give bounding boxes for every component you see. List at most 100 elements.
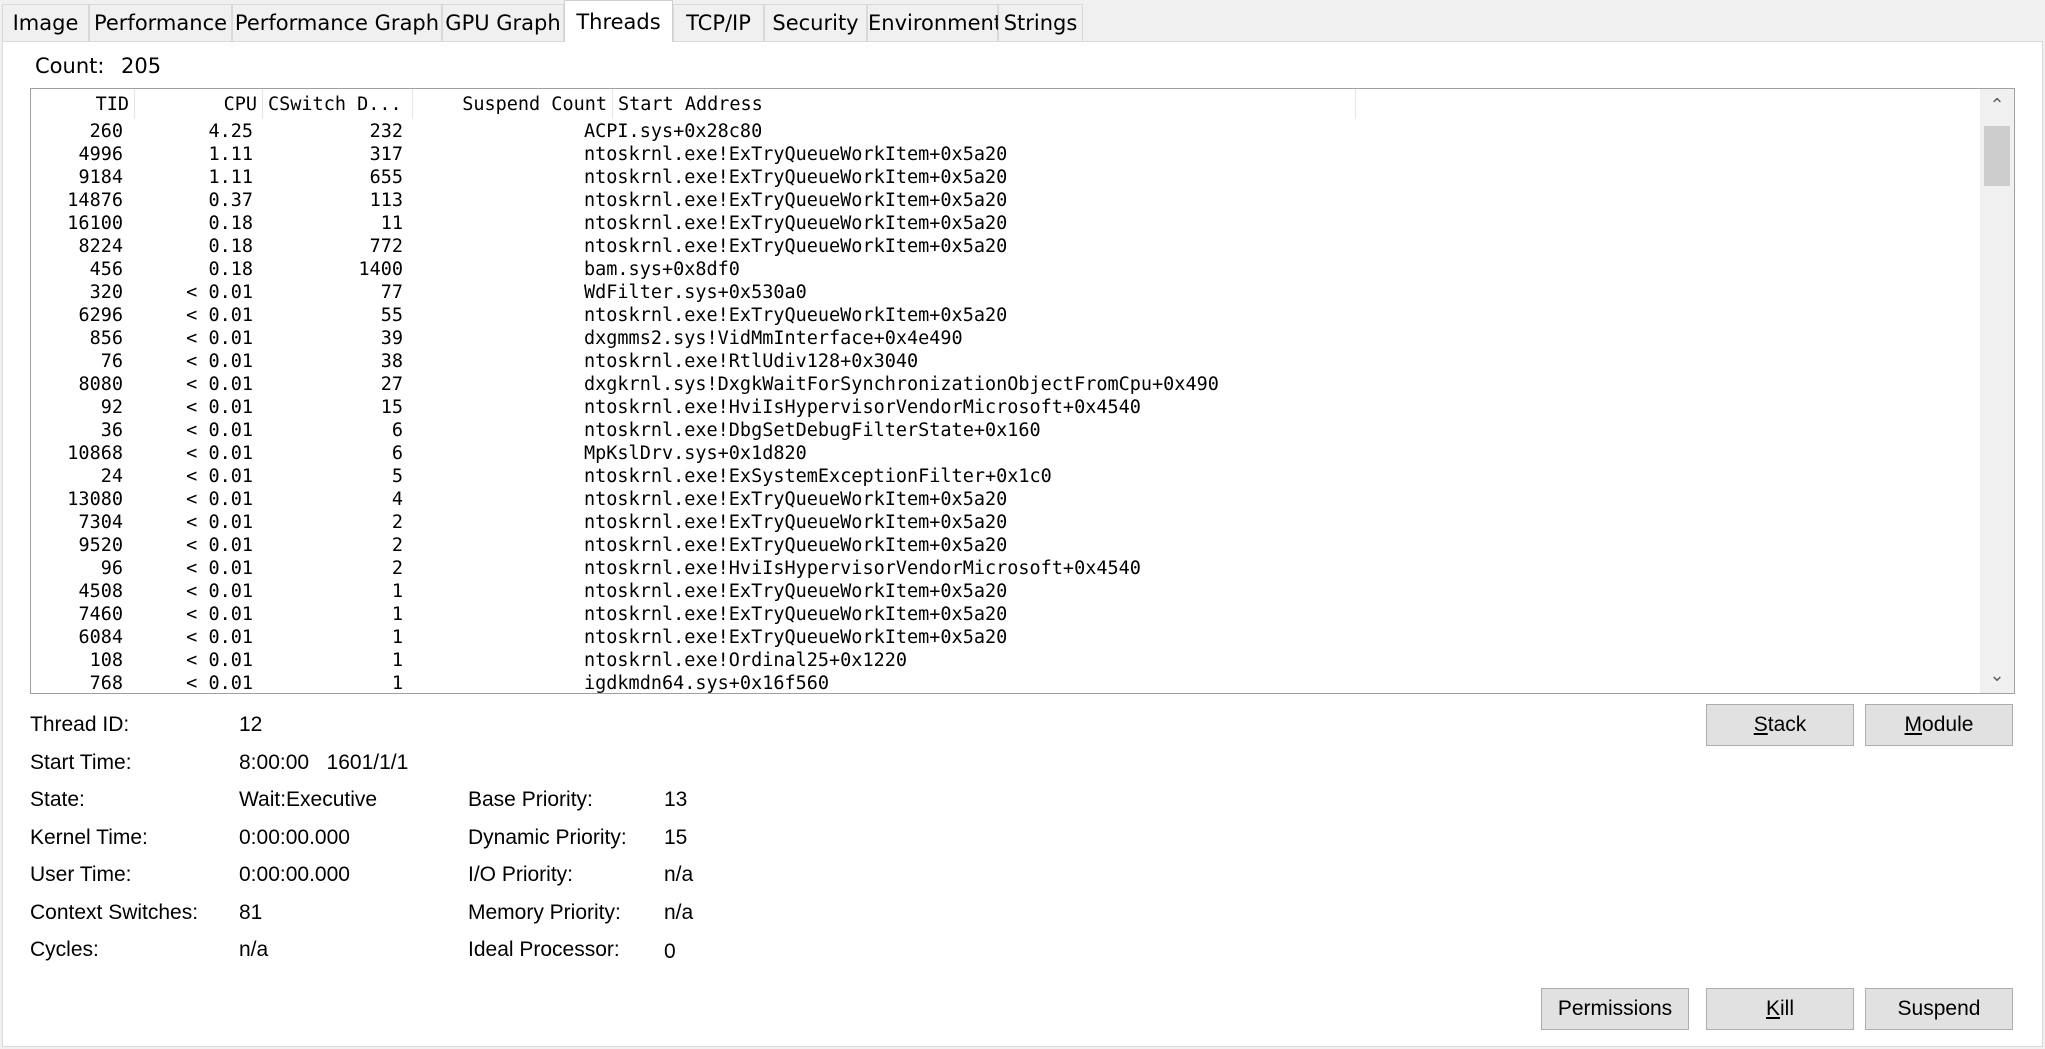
table-row[interactable]: 8080 < 0.01 27 dxgkrnl.sys!DxgkWaitForSynch… [31,373,1981,396]
user-time-value: 0:00:00.000 [239,863,350,886]
column-header-start-address[interactable]: Start Address [613,89,1356,119]
vertical-scrollbar[interactable]: ⌃ ⌄ [1980,89,2014,693]
count-label: Count: [35,54,105,78]
tab-performance[interactable]: Performance [89,4,232,41]
cpu-cell: < 0.01 [186,489,253,510]
cpu-cell: 0.18 [208,213,253,234]
tab-gpu-graph[interactable]: GPU Graph [442,4,564,41]
column-header-cpu[interactable]: ⌄ CPU [135,89,263,119]
table-row[interactable]: 76 < 0.01 38 ntoskrnl.exe!RtlUdiv128+0x3040 [31,350,1981,373]
table-row[interactable]: 856 < 0.01 39 dxgmms2.sys!VidMmInterface+0x… [31,327,1981,350]
start-address-cell: ntoskrnl.exe!ExTryQueueWorkItem+0x5a20 [584,236,1008,257]
cswitch-delta-cell: 5 [391,466,403,487]
cswitch-delta-cell: 4 [391,489,403,510]
tab-image[interactable]: Image [2,4,89,41]
table-row[interactable]: 92 < 0.01 15 ntoskrnl.exe!HviIsHypervisorVe… [31,396,1981,419]
cswitch-delta-cell: 6 [391,443,403,464]
table-row[interactable]: 24 < 0.01 5 ntoskrnl.exe!ExSystemExceptionF… [31,465,1981,488]
table-row[interactable]: 14876 0.37 113 ntoskrnl.exe!ExTryQueueWorkI… [31,189,1981,212]
chevron-down-icon[interactable]: ⌄ [1980,659,2014,693]
start-address-cell: dxgmms2.sys!VidMmInterface+0x4e490 [584,328,963,349]
start-address-cell: ntoskrnl.exe!ExTryQueueWorkItem+0x5a20 [584,167,1008,188]
start-address-cell: ntoskrnl.exe!ExTryQueueWorkItem+0x5a20 [584,489,1008,510]
start-address-cell: dxgkrnl.sys!DxgkWaitForSynchronizationOb… [584,374,1219,395]
cpu-cell: 0.37 [208,190,253,211]
cswitch-delta-cell: 2 [391,512,403,533]
start-time-label: Start Time: [30,751,132,774]
cpu-cell: 0.18 [208,236,253,257]
cswitch-delta-cell: 27 [380,374,403,395]
tab-environment[interactable]: Environment [867,4,1002,41]
table-row[interactable]: 7460 < 0.01 1 ntoskrnl.exe!ExTryQueueWorkIt… [31,603,1981,626]
table-row[interactable]: 8224 0.18 772 ntoskrnl.exe!ExTryQueueWorkIt… [31,235,1981,258]
tid-cell: 108 [89,650,123,671]
table-row[interactable]: 456 0.18 1400 bam.sys+0x8df0 [31,258,1981,281]
tab-strings[interactable]: Strings [998,4,1083,41]
cpu-cell: 1.11 [208,144,253,165]
chevron-up-icon[interactable]: ⌃ [1980,89,2014,123]
table-row[interactable]: 320 < 0.01 77 WdFilter.sys+0x530a0 [31,281,1981,304]
start-address-cell: ACPI.sys+0x28c80 [584,121,763,142]
column-header-cswitch-delta[interactable]: CSwitch D... [263,89,413,119]
tab-performance-graph[interactable]: Performance Graph [232,4,442,41]
start-address-cell: ntoskrnl.exe!ExTryQueueWorkItem+0x5a20 [584,512,1008,533]
tid-cell: 10868 [67,443,123,464]
kernel-time-label: Kernel Time: [30,826,148,849]
threads-list[interactable]: TID ⌄ CPU CSwitch D... Suspend Count Sta… [30,88,2015,694]
table-row[interactable]: 36 < 0.01 6 ntoskrnl.exe!DbgSetDebugFilterS… [31,419,1981,442]
kernel-time-value: 0:00:00.000 [239,826,350,849]
tid-cell: 456 [89,259,123,280]
tab-security[interactable]: Security [764,4,867,41]
tid-cell: 260 [89,121,123,142]
cswitch-delta-cell: 772 [369,236,403,257]
tid-cell: 6084 [78,627,123,648]
table-row[interactable]: 768 < 0.01 1 igdkmdn64.sys+0x16f560 [31,672,1981,694]
tid-cell: 76 [100,351,123,372]
column-header-tid[interactable]: TID [31,89,135,119]
suspend-button[interactable]: Suspend [1865,988,2013,1030]
table-row[interactable]: 16100 0.18 11 ntoskrnl.exe!ExTryQueueWorkIt… [31,212,1981,235]
module-button[interactable]: Module [1865,704,2013,746]
start-address-cell: ntoskrnl.exe!ExTryQueueWorkItem+0x5a20 [584,305,1008,326]
cswitch-delta-cell: 11 [380,213,403,234]
table-row[interactable]: 6296 < 0.01 55 ntoskrnl.exe!ExTryQueueWorkI… [31,304,1981,327]
tab-threads[interactable]: Threads [564,0,673,42]
table-row[interactable]: 96 < 0.01 2 ntoskrnl.exe!HviIsHypervisorVen… [31,557,1981,580]
kill-button[interactable]: Kill [1706,988,1854,1030]
start-address-cell: ntoskrnl.exe!ExTryQueueWorkItem+0x5a20 [584,604,1008,625]
scrollbar-thumb[interactable] [1984,126,2010,186]
cswitch-delta-cell: 1400 [358,259,403,280]
cswitch-delta-cell: 38 [380,351,403,372]
start-address-cell: ntoskrnl.exe!HviIsHypervisorVendorMicros… [584,397,1141,418]
cswitch-delta-cell: 1 [391,650,403,671]
table-row[interactable]: 9184 1.11 655 ntoskrnl.exe!ExTryQueueWorkIt… [31,166,1981,189]
start-address-cell: MpKslDrv.sys+0x1d820 [584,443,807,464]
thread-id-label: Thread ID: [30,713,130,736]
table-row[interactable]: 260 4.25 232 ACPI.sys+0x28c80 [31,120,1981,143]
table-row[interactable]: 7304 < 0.01 2 ntoskrnl.exe!ExTryQueueWorkIt… [31,511,1981,534]
tid-cell: 8080 [78,374,123,395]
start-address-cell: ntoskrnl.exe!ExTryQueueWorkItem+0x5a20 [584,581,1008,602]
cswitch-delta-cell: 55 [380,305,403,326]
table-row[interactable]: 108 < 0.01 1 ntoskrnl.exe!Ordinal25+0x1220 [31,649,1981,672]
cpu-cell: < 0.01 [186,328,253,349]
permissions-button[interactable]: Permissions [1541,988,1689,1030]
column-header-suspend-count[interactable]: Suspend Count [413,89,613,119]
cpu-cell: < 0.01 [186,673,253,694]
table-row[interactable]: 13080 < 0.01 4 ntoskrnl.exe!ExTryQueueWorkI… [31,488,1981,511]
cycles-value: n/a [239,938,269,961]
cpu-cell: < 0.01 [186,374,253,395]
table-row[interactable]: 4508 < 0.01 1 ntoskrnl.exe!ExTryQueueWorkIt… [31,580,1981,603]
tid-cell: 4508 [78,581,123,602]
tab-tcpip[interactable]: TCP/IP [673,4,764,41]
start-address-cell: ntoskrnl.exe!ExSystemExceptionFilter+0x1… [584,466,1052,487]
stack-button[interactable]: Stack [1706,704,1854,746]
dynamic-priority-value: 15 [664,826,688,849]
table-row[interactable]: 6084 < 0.01 1 ntoskrnl.exe!ExTryQueueWorkIt… [31,626,1981,649]
table-row[interactable]: 9520 < 0.01 2 ntoskrnl.exe!ExTryQueueWorkIt… [31,534,1981,557]
cpu-cell: 4.25 [208,121,253,142]
base-priority-label: Base Priority: [468,788,593,811]
cswitch-delta-cell: 39 [380,328,403,349]
table-row[interactable]: 4996 1.11 317 ntoskrnl.exe!ExTryQueueWorkIt… [31,143,1981,166]
table-row[interactable]: 10868 < 0.01 6 MpKslDrv.sys+0x1d820 [31,442,1981,465]
